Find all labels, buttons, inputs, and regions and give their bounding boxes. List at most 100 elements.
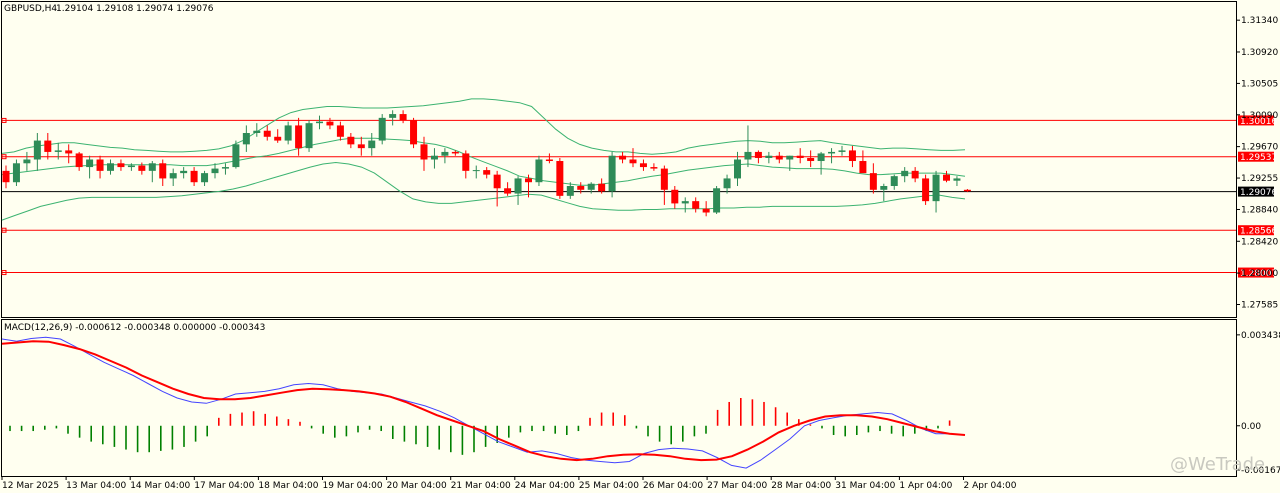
- candle-body: [389, 114, 397, 118]
- candle-body: [107, 163, 114, 171]
- candle-body: [441, 151, 449, 156]
- level-tag-label-2: 1.28566: [1240, 227, 1277, 237]
- candle-body: [838, 150, 846, 152]
- candle-body: [525, 178, 532, 183]
- candle-body: [190, 170, 198, 183]
- candle-body: [943, 174, 950, 181]
- candle-body: [357, 144, 365, 149]
- ohlc-label: 1.29104 1.29108 1.29074 1.29076: [56, 4, 214, 14]
- candle-body: [890, 176, 898, 187]
- candle-body: [159, 163, 167, 179]
- candle-body: [65, 150, 73, 154]
- candle-body: [326, 121, 334, 126]
- trading-chart: 1.300161.295371.285661.280071.290761.313…: [0, 0, 1280, 493]
- time-tick-label: 27 Mar 04:00: [707, 481, 767, 491]
- time-tick-label: 1 Apr 04:00: [899, 481, 952, 491]
- candle-body: [702, 208, 710, 213]
- candle-body: [692, 201, 700, 209]
- price-tick-label: 1.27585: [1241, 301, 1278, 311]
- candle-body: [828, 151, 836, 154]
- candle-body: [54, 150, 62, 152]
- candle-body: [430, 155, 438, 160]
- candle-body: [922, 178, 930, 202]
- candle-body: [96, 159, 104, 171]
- watermark: @WeTrade: [1170, 454, 1265, 475]
- candle-body: [754, 151, 762, 158]
- time-tick-label: 25 Mar 04:00: [579, 481, 639, 491]
- candle-body: [368, 140, 376, 149]
- candle-body: [284, 125, 292, 141]
- time-tick-label: 17 Mar 04:00: [194, 481, 254, 491]
- candle-body: [23, 159, 31, 164]
- candle-body: [723, 178, 731, 189]
- candle-body: [963, 189, 971, 192]
- candle-body: [316, 121, 323, 124]
- time-tick-label: 14 Mar 04:00: [130, 481, 190, 491]
- price-tick-label: 1.30505: [1241, 79, 1278, 89]
- candle-body: [535, 159, 543, 183]
- current-price-tag-label: 1.29076: [1240, 188, 1277, 198]
- candle-body: [180, 170, 188, 174]
- time-tick-label: 19 Mar 04:00: [323, 481, 383, 491]
- time-tick-label: 31 Mar 04:00: [835, 481, 895, 491]
- candle-body: [932, 174, 940, 202]
- candle-body: [2, 170, 10, 183]
- candle-body: [117, 163, 125, 168]
- candle-body: [472, 170, 480, 172]
- candle-body: [796, 155, 804, 158]
- candle-body: [253, 130, 261, 133]
- candle-body: [713, 188, 721, 213]
- candle-body: [44, 140, 52, 152]
- macd-tick-label: 0.003438: [1241, 331, 1280, 341]
- candle-body: [953, 178, 961, 181]
- candle-body: [786, 155, 794, 160]
- candle-body: [201, 173, 209, 183]
- time-tick-label: 26 Mar 04:00: [643, 481, 703, 491]
- price-tick-label: 1.29670: [1241, 143, 1278, 153]
- candle-body: [410, 120, 418, 145]
- price-tick-label: 1.31340: [1241, 16, 1278, 26]
- candle-body: [347, 136, 355, 145]
- candle-body: [263, 130, 271, 137]
- time-tick-label: 12 Mar 2025: [2, 481, 59, 491]
- candle-body: [274, 136, 282, 141]
- chart-background: [0, 0, 1280, 493]
- candle-body: [859, 161, 867, 174]
- price-tick-label: 1.30920: [1241, 48, 1278, 58]
- candle-body: [504, 188, 512, 194]
- candle-body: [671, 189, 679, 204]
- candle-body: [660, 168, 668, 190]
- price-tick-label: 1.30090: [1241, 111, 1278, 121]
- candle-body: [378, 117, 386, 141]
- candle-body: [451, 151, 459, 154]
- macd-tick-label: 0.00: [1241, 422, 1261, 432]
- price-tick-label: 1.29255: [1241, 174, 1278, 184]
- candle-body: [242, 132, 250, 145]
- candle-body: [148, 163, 156, 171]
- candle-body: [619, 155, 627, 160]
- candle-body: [169, 173, 177, 179]
- time-tick-label: 2 Apr 04:00: [964, 481, 1017, 491]
- candle-body: [566, 186, 574, 196]
- candle-body: [12, 163, 20, 183]
- symbol-label: GBPUSD,H4: [4, 4, 57, 14]
- candle-body: [556, 161, 564, 196]
- candle-body: [880, 186, 888, 190]
- candle-body: [462, 153, 470, 171]
- candle-body: [587, 183, 595, 190]
- candle-body: [211, 168, 219, 174]
- time-tick-label: 28 Mar 04:00: [771, 481, 831, 491]
- time-tick-label: 13 Mar 04:00: [66, 481, 126, 491]
- candle-body: [629, 159, 637, 164]
- candle-body: [138, 165, 146, 171]
- macd-label: MACD(12,26,9) -0.000612 -0.000348 0.0000…: [4, 323, 265, 333]
- candle-body: [744, 151, 752, 160]
- candle-body: [545, 159, 553, 162]
- candle-body: [681, 201, 689, 204]
- candle-body: [232, 144, 240, 168]
- candle-body: [869, 173, 877, 190]
- time-tick-label: 21 Mar 04:00: [451, 481, 511, 491]
- candle-body: [420, 144, 428, 160]
- candle-body: [848, 150, 856, 162]
- candle-body: [33, 140, 41, 160]
